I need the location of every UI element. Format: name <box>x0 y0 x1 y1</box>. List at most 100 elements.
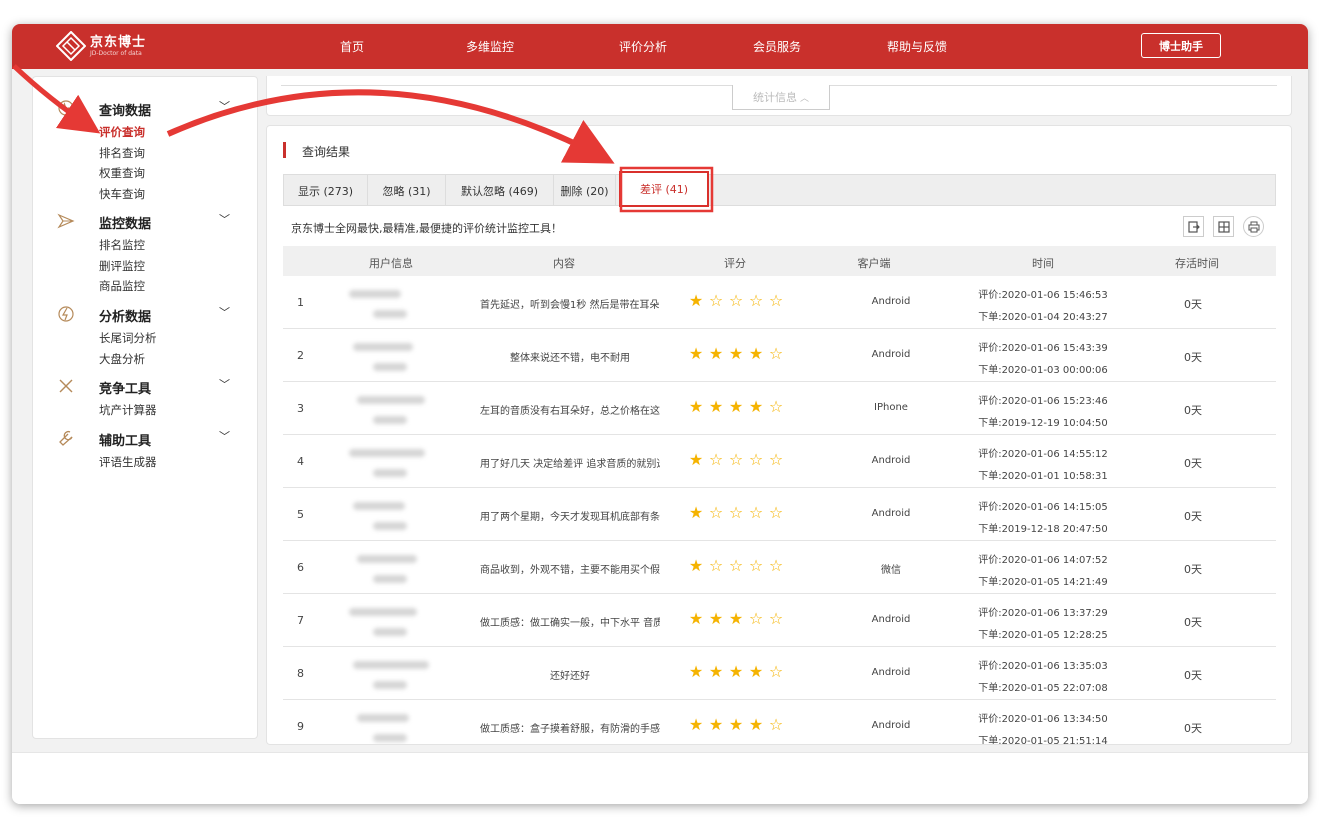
table-row[interactable]: 7 做工质感：做工确实一般，中下水平 音质 ★ ★ ★ ☆ ☆ Android 评价:2020-… <box>283 594 1276 647</box>
review-time: 评价:2020-01-06 13:35:03 <box>978 661 1108 672</box>
survival-time: 0天 <box>1184 404 1202 417</box>
order-time: 下单:2020-01-04 20:43:27 <box>978 312 1108 323</box>
star-filled-icon: ★ <box>748 662 764 681</box>
rating-stars: ★ ★ ★ ★ ☆ <box>686 716 786 734</box>
star-empty-icon: ☆ <box>768 503 784 522</box>
assistant-button[interactable]: 博士助手 <box>1141 33 1221 58</box>
statistics-toggle-label: 统计信息 <box>752 91 797 104</box>
tab-4[interactable]: 差评 (41) <box>619 171 709 207</box>
order-time: 下单:2019-12-18 20:47:50 <box>978 524 1108 535</box>
statistics-toggle[interactable]: 统计信息 ︿ <box>732 85 830 110</box>
star-empty-icon: ☆ <box>768 556 784 575</box>
review-time: 评价:2020-01-06 14:15:05 <box>978 502 1108 513</box>
star-empty-icon: ☆ <box>748 291 764 310</box>
export-button[interactable] <box>1183 216 1204 237</box>
star-filled-icon: ★ <box>748 397 764 416</box>
nav-item-0[interactable]: 首页 <box>340 38 364 55</box>
client-type: Android <box>871 614 911 625</box>
star-empty-icon: ☆ <box>768 344 784 363</box>
sidebar-item-0-0[interactable]: 评价查询 <box>99 124 145 140</box>
tab-3[interactable]: 删除 (20) <box>554 175 616 206</box>
nav-item-2[interactable]: 评价分析 <box>619 38 667 55</box>
nav-item-1[interactable]: 多维监控 <box>466 38 514 55</box>
star-filled-icon: ★ <box>688 397 704 416</box>
user-info-redacted <box>353 661 429 669</box>
column-header-1[interactable]: 内容 <box>553 255 575 271</box>
brand-logo[interactable]: 京东博士 JD-Doctor of data <box>55 29 147 63</box>
survival-time: 0天 <box>1184 510 1202 523</box>
order-time: 下单:2020-01-05 21:51:14 <box>978 736 1108 745</box>
review-time: 评价:2020-01-06 15:46:53 <box>978 290 1108 301</box>
sidebar-item-2-1[interactable]: 大盘分析 <box>99 351 145 367</box>
app-window: 京东博士 JD-Doctor of data 首页 多维监控 评价分析 会员服务 帮助与… <box>12 24 1308 804</box>
tab-2[interactable]: 默认忽略 (469) <box>446 175 554 206</box>
table-row[interactable]: 5 用了两个星期，今天才发现耳机底部有条缝 ★ ☆ ☆ ☆ ☆ Android 评价:2020-… <box>283 488 1276 541</box>
star-filled-icon: ★ <box>708 662 724 681</box>
sidebar-item-4-0[interactable]: 评语生成器 <box>99 454 157 470</box>
review-content: 做工质感：盒子摸着舒服，有防滑的手感， <box>480 724 660 735</box>
table-row[interactable]: 3 左耳的音质没有右耳朵好，总之价格在这里 ★ ★ ★ ★ ☆ IPhone 评价:2020-0… <box>283 382 1276 435</box>
review-content: 首先延迟，听到会慢1秒 然后是带在耳朵上 <box>480 300 660 311</box>
query-result-panel: 查询结果 显示 (273) 忽略 (31) 默认忽略 (469) 删除 (20) 差评 … <box>266 125 1292 745</box>
sidebar-item-0-2[interactable]: 权重查询 <box>99 165 145 181</box>
table-row[interactable]: 8 还好还好 ★ ★ ★ ★ ☆ Android 评价:2020-01-06 13:35:03 下… <box>283 647 1276 700</box>
column-header-0[interactable]: 用户信息 <box>369 255 413 271</box>
column-header-3[interactable]: 客户端 <box>858 255 891 271</box>
row-number: 6 <box>297 561 304 574</box>
chevron-down-icon[interactable]: ﹀ <box>219 211 230 227</box>
user-level-redacted <box>373 363 407 371</box>
rating-stars: ★ ☆ ☆ ☆ ☆ <box>686 292 786 310</box>
star-empty-icon: ☆ <box>708 291 724 310</box>
table-row[interactable]: 4 用了好几天 决定给差评 追求音质的就别选 ★ ☆ ☆ ☆ ☆ Android 评价:2020… <box>283 435 1276 488</box>
tab-0[interactable]: 显示 (273) <box>284 175 368 206</box>
sidebar-item-1-1[interactable]: 删评监控 <box>99 258 145 274</box>
sidebar-item-0-1[interactable]: 排名查询 <box>99 145 145 161</box>
order-time: 下单:2020-01-01 10:58:31 <box>978 471 1108 482</box>
star-empty-icon: ☆ <box>748 450 764 469</box>
sidebar-section-2[interactable]: 分析数据 ﹀ <box>33 303 259 325</box>
sidebar-section-4[interactable]: 辅助工具 ﹀ <box>33 427 259 449</box>
nav-item-3[interactable]: 会员服务 <box>753 38 801 55</box>
sidebar-item-2-0[interactable]: 长尾词分析 <box>99 330 157 346</box>
sidebar-item-0-3[interactable]: 快车查询 <box>99 186 145 202</box>
sidebar-section-title: 监控数据 <box>99 217 152 232</box>
star-empty-icon: ☆ <box>708 450 724 469</box>
chevron-down-icon[interactable]: ﹀ <box>219 376 230 392</box>
column-header-2[interactable]: 评分 <box>724 255 746 271</box>
sidebar-item-3-0[interactable]: 坑产计算器 <box>99 402 157 418</box>
tab-1[interactable]: 忽略 (31) <box>368 175 446 206</box>
row-number: 8 <box>297 667 304 680</box>
nav-item-4[interactable]: 帮助与反馈 <box>887 38 947 55</box>
table-row[interactable]: 2 整体来说还不错，电不耐用 ★ ★ ★ ★ ☆ Android 评价:2020-01-06 1… <box>283 329 1276 382</box>
column-header-4[interactable]: 时间 <box>1032 255 1054 271</box>
star-filled-icon: ★ <box>728 609 744 628</box>
table-row[interactable]: 9 做工质感：盒子摸着舒服，有防滑的手感， ★ ★ ★ ★ ☆ Android 评价:2020-… <box>283 700 1276 745</box>
row-number: 5 <box>297 508 304 521</box>
rating-stars: ★ ☆ ☆ ☆ ☆ <box>686 557 786 575</box>
brand-name: 京东博士 <box>90 34 147 50</box>
brand-tagline: JD-Doctor of data <box>90 49 142 57</box>
table-row[interactable]: 6 商品收到，外观不错，主要不能用买个假货 ★ ☆ ☆ ☆ ☆ 微信 评价:2020-01-06… <box>283 541 1276 594</box>
star-filled-icon: ★ <box>728 715 744 734</box>
column-settings-button[interactable] <box>1213 216 1234 237</box>
chevron-down-icon[interactable]: ﹀ <box>219 98 230 114</box>
user-info-redacted <box>349 449 425 457</box>
rating-stars: ★ ☆ ☆ ☆ ☆ <box>686 451 786 469</box>
sidebar-section-3[interactable]: 竞争工具 ﹀ <box>33 375 259 397</box>
star-filled-icon: ★ <box>688 291 704 310</box>
sidebar-section-title: 辅助工具 <box>99 434 152 449</box>
chevron-down-icon[interactable]: ﹀ <box>219 304 230 320</box>
sidebar-item-1-0[interactable]: 排名监控 <box>99 237 145 253</box>
star-filled-icon: ★ <box>688 609 704 628</box>
sidebar-item-1-2[interactable]: 商品监控 <box>99 278 145 294</box>
user-level-redacted <box>373 734 407 742</box>
sidebar-section-1[interactable]: 监控数据 ﹀ <box>33 210 259 232</box>
star-filled-icon: ★ <box>728 397 744 416</box>
star-filled-icon: ★ <box>688 662 704 681</box>
print-button[interactable] <box>1243 216 1264 237</box>
sidebar-section-0[interactable]: 查询数据 ﹀ <box>33 97 259 119</box>
client-type: Android <box>871 667 911 678</box>
column-header-5[interactable]: 存活时间 <box>1175 255 1219 271</box>
chevron-down-icon[interactable]: ﹀ <box>219 428 230 444</box>
table-row[interactable]: 1 首先延迟，听到会慢1秒 然后是带在耳朵上 ★ ☆ ☆ ☆ ☆ Android 评价:2020… <box>283 276 1276 329</box>
